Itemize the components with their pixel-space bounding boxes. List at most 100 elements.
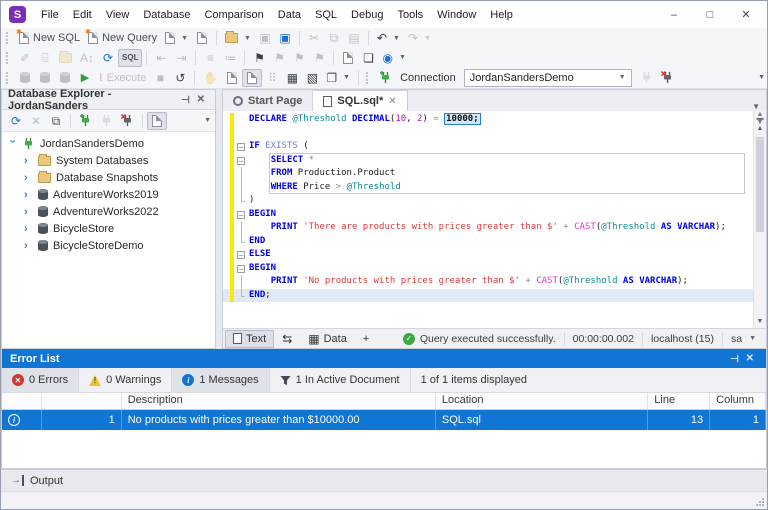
scroll-up-icon[interactable]: ▲ (757, 122, 764, 135)
close-button[interactable]: ✕ (731, 5, 761, 25)
window-mode-icon[interactable]: ❐▼ (322, 69, 354, 87)
redo-button[interactable]: ↷▼ (404, 29, 435, 47)
pin-icon[interactable]: ⊤ (179, 91, 190, 108)
stop-button[interactable]: ■ (150, 69, 170, 87)
messages-filter-button[interactable]: i 1 Messages (172, 368, 269, 392)
execute-special-button[interactable]: ! Execute (95, 69, 150, 87)
intellisense-icon[interactable]: ◉▼ (378, 49, 409, 67)
column-header-location[interactable]: Location (436, 393, 648, 409)
copy-button[interactable]: ⧉ (324, 29, 344, 47)
split-editor-handle[interactable]: ▲▬▼ (757, 111, 764, 122)
save-all-button[interactable]: ▣ (275, 29, 295, 47)
tab-text[interactable]: Text (225, 330, 274, 348)
menu-file[interactable]: File (34, 6, 66, 24)
cut-button[interactable]: ✂ (304, 29, 324, 47)
user-dropdown[interactable]: sa ▼ (722, 332, 764, 346)
close-panel-icon[interactable]: ✕ (742, 353, 758, 364)
navigate-icon[interactable]: ✐ (15, 49, 35, 67)
chevron-collapsed-icon[interactable]: › (24, 206, 33, 218)
chevron-collapsed-icon[interactable]: › (24, 172, 33, 184)
sort-icon[interactable]: A↕ (76, 49, 98, 67)
fold-collapse-icon[interactable]: – (237, 265, 245, 273)
tab-output[interactable]: → Output (1, 470, 73, 491)
close-panel-icon[interactable]: ✕ (193, 94, 209, 105)
vertical-scrollbar[interactable]: ▲▬▼ ▲ ▼ (753, 111, 766, 328)
document-outline-icon[interactable] (338, 49, 358, 67)
column-header-line[interactable]: Line (648, 393, 710, 409)
tree-item-adventureworks2019[interactable]: ›AdventureWorks2019 (2, 186, 215, 203)
paste-button[interactable]: ▤ (344, 29, 364, 47)
new-window-button[interactable] (192, 29, 212, 47)
chevron-collapsed-icon[interactable]: › (24, 240, 33, 252)
chevron-expanded-icon[interactable]: › (7, 139, 19, 148)
menu-window[interactable]: Window (430, 6, 483, 24)
add-view-button[interactable]: + (355, 330, 377, 348)
add-image-icon[interactable]: ▧ (302, 69, 322, 87)
toolbar-grip[interactable] (6, 52, 10, 64)
sql-code-editor[interactable]: DECLARE @Threshold DECIMAL(10, 2) = 1000… (223, 111, 753, 328)
tree-item-system databases[interactable]: ›System Databases (2, 152, 215, 169)
menu-tools[interactable]: Tools (390, 6, 430, 24)
database-task-icon[interactable] (35, 69, 55, 87)
sql-formatter-button[interactable]: SQL (118, 49, 142, 67)
connection-select[interactable]: JordanSandersDemo ▼ (464, 69, 632, 87)
fold-collapse-icon[interactable]: – (237, 143, 245, 151)
new-query-button[interactable]: New Query (84, 29, 161, 47)
results-layout-icon[interactable] (242, 69, 262, 87)
resize-grip[interactable] (755, 497, 764, 506)
next-bookmark-icon[interactable]: ⚑ (289, 49, 309, 67)
uncomment-icon[interactable]: ≔ (220, 49, 240, 67)
toggle-bookmark-icon[interactable]: ⚑ (249, 49, 269, 67)
errors-filter-button[interactable]: ✕ 0 Errors (2, 368, 79, 392)
toolbar-grip[interactable] (366, 72, 370, 84)
save-button[interactable]: ▣ (255, 29, 275, 47)
maximize-button[interactable]: □ (695, 5, 725, 25)
chevron-collapsed-icon[interactable]: › (24, 189, 33, 201)
column-header-description[interactable]: Description (122, 393, 436, 409)
undo-button[interactable]: ↶▼ (373, 29, 404, 47)
warnings-filter-button[interactable]: 0 Warnings (79, 368, 172, 392)
connect-button[interactable] (636, 69, 657, 87)
disconnect-icon[interactable] (117, 112, 138, 130)
fold-collapse-icon[interactable]: – (237, 211, 245, 219)
fold-collapse-icon[interactable]: – (237, 157, 245, 165)
new-connection-icon[interactable] (75, 112, 96, 130)
query-builder-icon[interactable]: ✋ (199, 69, 222, 87)
decrease-indent-icon[interactable]: ⇤ (151, 49, 171, 67)
refresh-icon[interactable]: ⟳ (6, 112, 26, 130)
scrollbar-thumb[interactable] (756, 137, 764, 232)
browse-icon[interactable] (55, 49, 76, 67)
toolbar-grip[interactable] (6, 72, 10, 84)
query-history-icon[interactable]: ↺ (170, 69, 190, 87)
refresh-code-icon[interactable]: ⟳ (98, 49, 118, 67)
menu-comparison[interactable]: Comparison (197, 6, 270, 24)
database-diagram-icon[interactable] (15, 69, 35, 87)
properties-icon[interactable]: ⧉ (46, 112, 66, 130)
code-snippets-icon[interactable]: ❏ (358, 49, 378, 67)
chevron-collapsed-icon[interactable]: › (24, 223, 33, 235)
new-sql-button[interactable]: New SQL (15, 29, 84, 47)
column-header[interactable] (2, 393, 42, 409)
tree-item-jordansandersdemo[interactable]: ›JordanSandersDemo (2, 135, 215, 152)
menu-help[interactable]: Help (483, 6, 520, 24)
export-results-icon[interactable] (222, 69, 242, 87)
tab-start-page[interactable]: Start Page (223, 90, 313, 111)
new-document-button[interactable]: ▼ (161, 29, 192, 47)
tab-data[interactable]: ▦ Data (300, 330, 355, 348)
tab-sql-document[interactable]: SQL.sql* ✕ (313, 90, 407, 111)
tree-item-adventureworks2022[interactable]: ›AdventureWorks2022 (2, 203, 215, 220)
menu-view[interactable]: View (99, 6, 137, 24)
snippet-icon[interactable]: ⌸ (35, 49, 55, 67)
toolbar-overflow-icon[interactable]: ▼ (758, 74, 765, 81)
swap-view-button[interactable]: ⇆ (274, 330, 300, 348)
disconnect-button[interactable] (657, 69, 678, 87)
increase-indent-icon[interactable]: ⇥ (171, 49, 191, 67)
menu-data[interactable]: Data (271, 6, 308, 24)
column-header-column[interactable]: Column (710, 393, 766, 409)
column-header[interactable] (42, 393, 122, 409)
tree-item-database snapshots[interactable]: ›Database Snapshots (2, 169, 215, 186)
toolbar-grip[interactable] (6, 32, 10, 44)
clear-bookmarks-icon[interactable]: ⚑ (309, 49, 329, 67)
tab-list-dropdown-icon[interactable]: ▼ (746, 102, 766, 111)
menu-debug[interactable]: Debug (344, 6, 390, 24)
